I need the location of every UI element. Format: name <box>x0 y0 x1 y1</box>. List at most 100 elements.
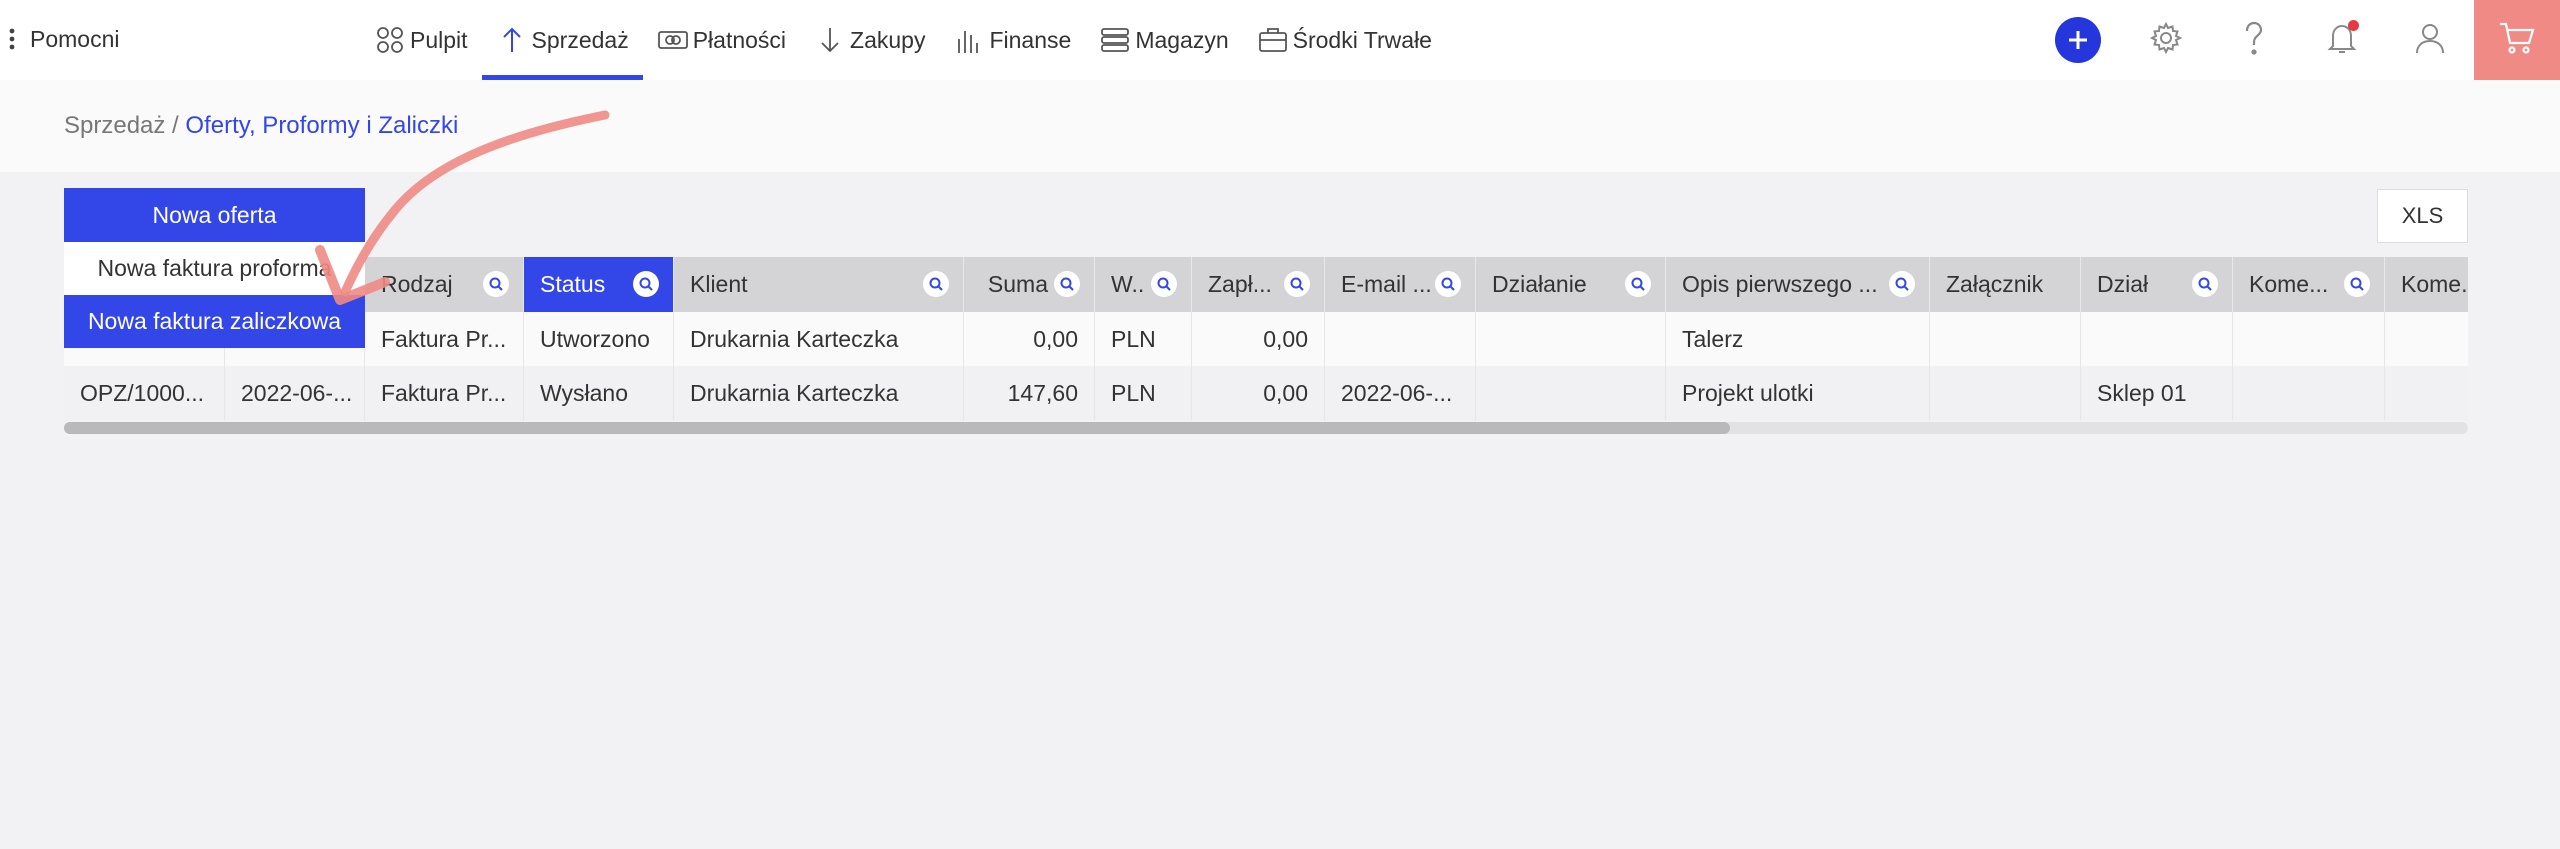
cell-komentarz-1 <box>2233 312 2385 366</box>
cell-zaplacono: 0,00 <box>1192 366 1325 420</box>
table-row[interactable]: OPZ/1000... 2022-06-... Faktura Pr... Ut… <box>64 312 2468 366</box>
cell-data: 2022-06-... <box>225 366 365 420</box>
cell-dzialanie <box>1476 366 1666 420</box>
nav-item-sprzedaz[interactable]: Sprzedaż <box>481 0 643 80</box>
cell-komentarz-1 <box>2233 366 2385 420</box>
new-offer-dropdown: Nowa oferta Nowa faktura proforma Nowa f… <box>64 188 365 348</box>
column-header-komentarz-1[interactable]: Kome... <box>2233 257 2385 312</box>
nav-item-pulpit[interactable]: Pulpit <box>360 0 482 80</box>
column-label: E-mail ... <box>1341 271 1432 297</box>
column-label: W.. <box>1111 271 1145 297</box>
breadcrumb-current[interactable]: Oferty, Proformy i Zaliczki <box>185 112 458 139</box>
column-header-komentarz-2[interactable]: Kome... <box>2385 257 2468 312</box>
dashboard-icon <box>374 24 406 56</box>
new-advance-invoice-option[interactable]: Nowa faktura zaliczkowa <box>64 295 365 348</box>
xls-export-button[interactable]: XLS <box>2377 189 2468 243</box>
cart-button[interactable] <box>2474 0 2560 80</box>
breadcrumb-bar: Sprzedaż / Oferty, Proformy i Zaliczki <box>0 80 2560 172</box>
cell-waluta: PLN <box>1095 312 1192 366</box>
column-header-zaplacono[interactable]: Zapł... <box>1192 257 1325 312</box>
column-header-rodzaj[interactable]: Rodzaj <box>365 257 524 312</box>
arrow-up-icon <box>496 24 528 56</box>
new-offer-button[interactable]: Nowa oferta <box>64 188 365 242</box>
column-header-zalacznik[interactable]: Załącznik <box>1930 257 2081 312</box>
cell-email: 2022-06-... <box>1325 366 1476 420</box>
column-label: Klient <box>690 271 748 297</box>
user-button[interactable] <box>2386 0 2474 80</box>
header-tools <box>2034 0 2560 80</box>
nav-item-srodki-trwale[interactable]: Środki Trwałe <box>1243 0 1446 80</box>
search-icon[interactable] <box>2192 271 2218 297</box>
cell-zaplacono: 0,00 <box>1192 312 1325 366</box>
notifications-button[interactable] <box>2298 0 2386 80</box>
new-proforma-invoice-option[interactable]: Nowa faktura proforma <box>64 242 365 295</box>
question-mark-icon <box>2239 20 2269 61</box>
horizontal-scrollbar[interactable] <box>64 422 2468 434</box>
bar-chart-icon <box>953 24 985 56</box>
nav-label: Magazyn <box>1135 26 1229 53</box>
search-icon[interactable] <box>483 271 509 297</box>
plus-icon <box>2055 17 2101 63</box>
column-header-dzial[interactable]: Dział <box>2081 257 2233 312</box>
cell-email <box>1325 312 1476 366</box>
offers-table: Rodzaj Status Klient Suma W.. Zapł... E-… <box>64 257 2468 435</box>
cell-komentarz-2 <box>2385 312 2468 366</box>
column-label: Kome... <box>2401 271 2468 297</box>
cell-numer: OPZ/1000... <box>64 366 225 420</box>
top-navigation-bar: Pomocni Pulpit Sprzedaż Płatności Zakupy <box>0 0 2560 80</box>
add-button[interactable] <box>2034 0 2122 80</box>
search-icon[interactable] <box>2344 271 2370 297</box>
cell-waluta: PLN <box>1095 366 1192 420</box>
cell-suma: 147,60 <box>964 366 1095 420</box>
kebab-menu-icon[interactable] <box>0 28 24 50</box>
cell-rodzaj: Faktura Pr... <box>365 366 524 420</box>
nav-label: Sprzedaż <box>531 26 629 53</box>
arrow-down-icon <box>814 24 846 56</box>
column-header-suma[interactable]: Suma <box>964 257 1095 312</box>
nav-label: Zakupy <box>850 26 926 53</box>
user-icon <box>2414 21 2446 60</box>
search-icon[interactable] <box>1625 271 1651 297</box>
column-header-waluta[interactable]: W.. <box>1095 257 1192 312</box>
search-icon[interactable] <box>1889 271 1915 297</box>
help-button[interactable] <box>2210 0 2298 80</box>
cell-dzial: Sklep 01 <box>2081 366 2233 420</box>
nav-item-zakupy[interactable]: Zakupy <box>800 0 939 80</box>
search-icon[interactable] <box>923 271 949 297</box>
column-header-status[interactable]: Status <box>524 257 674 312</box>
search-icon[interactable] <box>633 271 659 297</box>
nav-item-finanse[interactable]: Finanse <box>939 0 1085 80</box>
cell-dzialanie <box>1476 312 1666 366</box>
cell-rodzaj: Faktura Pr... <box>365 312 524 366</box>
settings-button[interactable] <box>2122 0 2210 80</box>
column-header-opis[interactable]: Opis pierwszego ... <box>1666 257 1930 312</box>
cell-klient: Drukarnia Karteczka <box>674 366 964 420</box>
table-header: Rodzaj Status Klient Suma W.. Zapł... E-… <box>64 257 2468 312</box>
nav-item-platnosci[interactable]: Płatności <box>643 0 800 80</box>
column-label: Dział <box>2097 271 2149 297</box>
breadcrumb-parent[interactable]: Sprzedaż / <box>64 112 179 139</box>
cell-status: Wysłano <box>524 366 674 420</box>
nav-label: Pulpit <box>410 26 468 53</box>
gear-icon <box>2149 21 2183 60</box>
column-header-klient[interactable]: Klient <box>674 257 964 312</box>
search-icon[interactable] <box>1054 271 1080 297</box>
column-label: Status <box>540 271 606 297</box>
cell-klient: Drukarnia Karteczka <box>674 312 964 366</box>
main-nav: Pulpit Sprzedaż Płatności Zakupy Finanse <box>360 0 1446 80</box>
warehouse-icon <box>1099 24 1131 56</box>
column-label: Załącznik <box>1946 271 2044 297</box>
nav-item-magazyn[interactable]: Magazyn <box>1085 0 1242 80</box>
scrollbar-thumb[interactable] <box>64 422 1730 434</box>
column-label: Działanie <box>1492 271 1587 297</box>
search-icon[interactable] <box>1151 271 1177 297</box>
column-header-dzialanie[interactable]: Działanie <box>1476 257 1666 312</box>
table-row[interactable]: OPZ/1000... 2022-06-... Faktura Pr... Wy… <box>64 366 2468 420</box>
search-icon[interactable] <box>1284 271 1310 297</box>
cell-zalacznik <box>1930 366 2081 420</box>
brand[interactable]: Pomocni <box>0 0 119 78</box>
column-label: Suma <box>987 271 1048 297</box>
column-label: Kome... <box>2249 271 2329 297</box>
column-header-email[interactable]: E-mail ... <box>1325 257 1476 312</box>
search-icon[interactable] <box>1435 271 1461 297</box>
